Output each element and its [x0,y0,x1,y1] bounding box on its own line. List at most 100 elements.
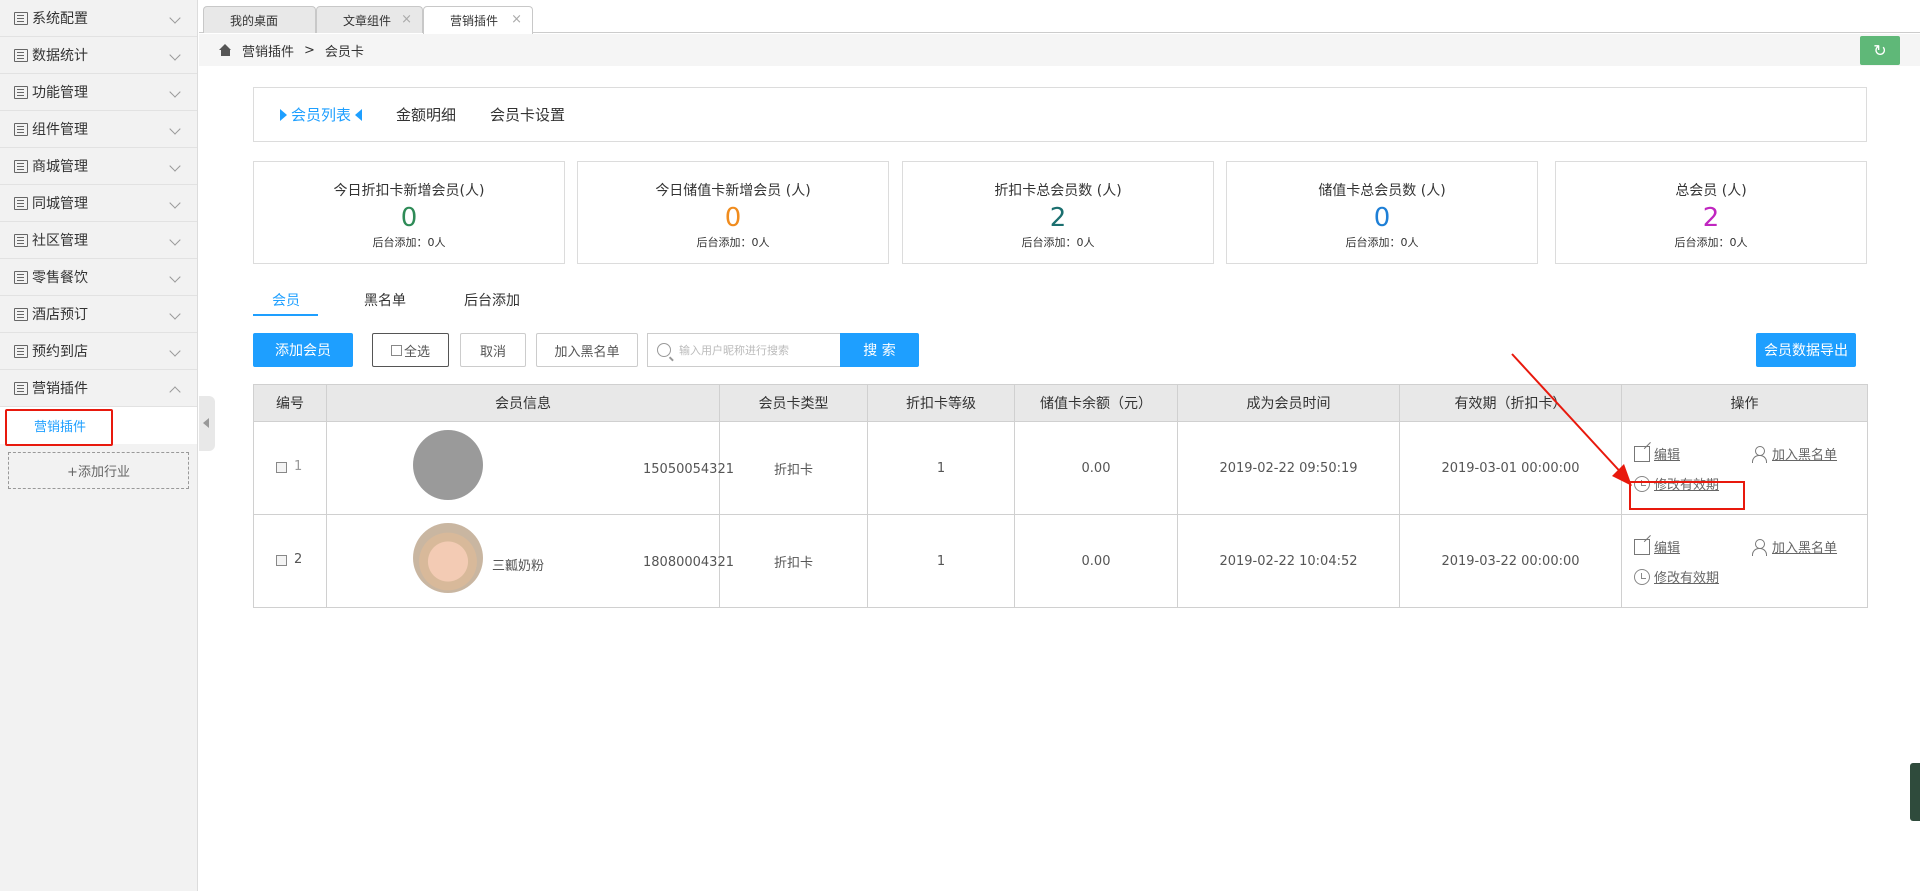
export-button[interactable]: 会员数据导出 [1756,333,1856,367]
breadcrumb-parent[interactable]: 营销插件 [242,41,294,60]
col-header-member-info: 会员信息 [326,384,720,422]
list-icon [14,48,28,62]
sidebar-item-component-mgmt[interactable]: 组件管理 [0,111,197,148]
chevron-down-icon [169,49,181,61]
sidebar: 系统配置 数据统计 功能管理 组件管理 商城管理 同城管理 社区管理 零售餐饮 … [0,0,198,891]
member-sub-tabs: 会员 黑名单 后台添加 [253,290,583,316]
chevron-down-icon [169,345,181,357]
add-industry-button[interactable]: +添加行业 [8,452,189,489]
sidebar-item-function-mgmt[interactable]: 功能管理 [0,74,197,111]
breadcrumb: 营销插件 > 会员卡 [199,34,1920,66]
cell-joined: 2019-02-22 09:50:19 [1177,421,1400,515]
tab-label: 我的桌面 [230,13,279,28]
list-icon [14,344,28,358]
side-widget-handle[interactable] [1910,763,1920,821]
row-checkbox[interactable] [276,555,287,566]
row-number: 1 [294,459,303,474]
sidebar-item-label: 预约到店 [32,344,88,360]
edit-link[interactable]: 编辑 [1634,537,1680,556]
modify-expiry-link[interactable]: 修改有效期 [1634,567,1719,586]
tab-card-settings[interactable]: 会员卡设置 [490,104,565,125]
col-header-discount-level: 折扣卡等级 [867,384,1015,422]
chevron-down-icon [169,197,181,209]
stat-card: 今日储值卡新增会员 (人) 0 后台添加：0人 [577,161,889,264]
cell-no: 2 [253,514,327,608]
stat-value: 2 [1702,203,1720,233]
sidebar-item-hotel-booking[interactable]: 酒店预订 [0,296,197,333]
cell-member-info: 15050054321 [326,421,734,515]
member-name: 三瓤奶粉 [492,559,545,574]
avatar [413,430,483,500]
list-icon [14,122,28,136]
refresh-icon: ↻ [1873,41,1887,60]
refresh-button[interactable]: ↻ [1860,36,1900,65]
stat-sub: 后台添加：0人 [1674,236,1748,249]
breadcrumb-current: 会员卡 [324,44,364,60]
search-input[interactable] [679,343,839,357]
triangle-left-icon [355,109,363,121]
sidebar-item-data-stats[interactable]: 数据统计 [0,37,197,74]
sidebar-item-mall-mgmt[interactable]: 商城管理 [0,148,197,185]
user-icon [1752,538,1768,556]
stat-value: 0 [400,203,418,233]
select-all-label: 全选 [403,344,430,360]
stat-value: 0 [1373,203,1391,233]
list-icon [14,270,28,284]
cell-card-type: 折扣卡 [719,514,868,608]
tab-label: 会员列表 [291,106,352,124]
close-icon[interactable]: × [511,12,522,27]
clock-icon [1634,568,1650,585]
subtab-blacklist[interactable]: 黑名单 [364,290,406,310]
checkbox-icon [390,344,402,356]
sidebar-item-label: 营销插件 [32,381,88,397]
add-member-button[interactable]: 添加会员 [253,333,353,367]
home-icon[interactable] [219,44,232,56]
modify-expiry-label: 修改有效期 [1654,571,1720,586]
tab-marketing-plugin[interactable]: 营销插件 × [423,6,533,34]
tab-amount-details[interactable]: 金额明细 [396,104,456,125]
sidebar-item-appointment[interactable]: 预约到店 [0,333,197,370]
row-number: 2 [294,552,303,567]
sidebar-item-marketing-plugin[interactable]: 营销插件 [0,370,197,407]
sidebar-item-city-mgmt[interactable]: 同城管理 [0,185,197,222]
sidebar-item-label: 社区管理 [32,233,88,249]
add-blacklist-link[interactable]: 加入黑名单 [1752,537,1837,556]
cell-expiry: 2019-03-22 00:00:00 [1399,514,1622,608]
tab-bar: 我的桌面 文章组件 × 营销插件 × [199,0,1920,34]
sidebar-item-label: 系统配置 [32,11,88,27]
sidebar-collapse-handle[interactable] [199,396,215,451]
stat-title: 总会员 (人) [1675,183,1747,199]
sidebar-item-label: 酒店预订 [32,307,88,323]
row-checkbox[interactable] [276,462,287,473]
tab-my-desktop[interactable]: 我的桌面 [203,6,316,33]
sidebar-item-label: 商城管理 [32,159,88,175]
sidebar-subitem-marketing-plugin[interactable]: 营销插件 [0,407,197,446]
cancel-button[interactable]: 取消 [460,333,526,367]
stat-title: 储值卡总会员数 (人) [1318,183,1446,199]
tab-member-list[interactable]: 会员列表 [280,104,363,125]
search-icon [657,343,671,357]
sidebar-item-retail-dining[interactable]: 零售餐饮 [0,259,197,296]
search-button[interactable]: 搜 索 [840,333,919,367]
stat-card: 今日折扣卡新增会员(人) 0 后台添加：0人 [253,161,565,264]
stat-title: 今日折扣卡新增会员(人) [333,183,485,199]
chevron-down-icon [169,86,181,98]
add-blacklist-button[interactable]: 加入黑名单 [536,333,638,367]
active-tab-underline [253,314,318,316]
close-icon[interactable]: × [401,12,412,27]
cell-actions: 编辑 加入黑名单 修改有效期 [1621,514,1868,608]
subtab-backend-added[interactable]: 后台添加 [464,290,520,310]
select-all-button[interactable]: 全选 [372,333,449,367]
subtab-members[interactable]: 会员 [272,290,300,310]
chevron-down-icon [169,271,181,283]
col-header-joined: 成为会员时间 [1177,384,1400,422]
add-blacklist-label: 加入黑名单 [1772,541,1838,556]
add-blacklist-link[interactable]: 加入黑名单 [1752,444,1837,463]
stat-card: 储值卡总会员数 (人) 0 后台添加：0人 [1226,161,1538,264]
cell-member-info: 三瓤奶粉 18080004321 [326,514,734,608]
sidebar-item-system-config[interactable]: 系统配置 [0,0,197,37]
sidebar-item-label: 功能管理 [32,85,88,101]
sidebar-item-community-mgmt[interactable]: 社区管理 [0,222,197,259]
annotation-arrow [1511,353,1632,486]
tab-article-component[interactable]: 文章组件 × [316,6,423,33]
